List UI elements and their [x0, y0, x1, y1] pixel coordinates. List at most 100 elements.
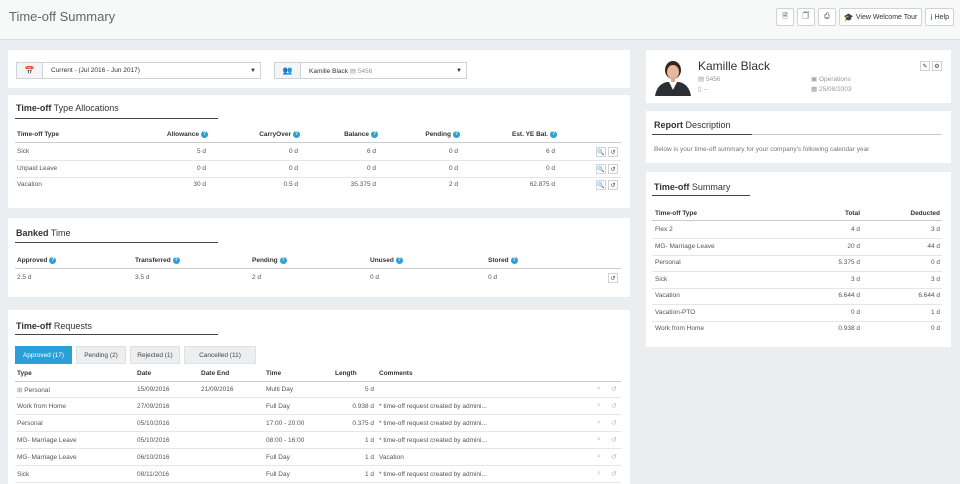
banked-time-panel — [8, 218, 630, 297]
help-button[interactable]: i Help — [925, 8, 954, 26]
request-cell: 08:00 - 16:00 — [266, 437, 305, 444]
edit-profile-button[interactable]: ✎ — [920, 61, 930, 71]
summary-cell: Sick — [655, 275, 668, 283]
request-cell: 17:00 - 20:00 — [266, 420, 305, 427]
request-cell: Full Day — [266, 403, 290, 410]
request-cell: Full Day — [266, 471, 290, 478]
help-icon: ? — [279, 257, 287, 264]
users-icon: 👥 — [275, 63, 301, 78]
history-icon[interactable]: ↺ — [611, 402, 617, 410]
summary-cell: Personal — [655, 259, 681, 266]
period-select[interactable]: 📅 Current - (Jul 2016 - Jun 2017) ▼ — [16, 62, 261, 79]
request-cell: 27/09/2016 — [137, 403, 170, 410]
phone-icon: ▯ — [698, 86, 702, 93]
col-pending[interactable]: Pending? — [400, 131, 460, 138]
history-icon[interactable]: ↺ — [611, 453, 617, 461]
tab-approved[interactable]: Approved (17) — [15, 346, 72, 364]
col-allowance[interactable]: Allowance? — [150, 131, 208, 138]
summary-cell: 0 d — [930, 259, 940, 266]
request-cell: Personal — [17, 420, 43, 427]
report-description-title: Report Description — [654, 120, 731, 130]
summary-cell: 6.644 d — [918, 292, 940, 299]
summary-cell: 0.938 d — [838, 325, 860, 332]
profile-settings-button[interactable]: ⚙ — [932, 61, 942, 71]
page-title: Time-off Summary — [9, 9, 116, 24]
export-pdf-button[interactable]: 🗎 — [775, 8, 794, 26]
search-icon[interactable]: ⌕ — [597, 385, 601, 393]
summary-cell: 6.644 d — [838, 292, 860, 299]
request-cell: Vacation — [379, 454, 404, 461]
requests-title: Time-off Requests — [16, 321, 92, 331]
request-cell: Multi Day — [266, 386, 294, 393]
welcome-tour-button[interactable]: 🎓 View Welcome Tour — [838, 8, 923, 26]
request-cell: Work from Home — [17, 403, 66, 410]
request-cell: * time-off request created by admini... — [379, 437, 487, 444]
request-cell: MG- Marriage Leave — [17, 437, 77, 444]
tab-cancelled[interactable]: Cancelled (11) — [184, 346, 256, 364]
search-icon[interactable]: ⌕ — [597, 402, 601, 410]
tab-pending[interactable]: Pending (2) — [76, 346, 126, 364]
help-icon: ? — [201, 131, 208, 138]
summary-cell: 1 d — [930, 308, 940, 316]
profile-name: Kamille Black — [698, 59, 771, 73]
employee-name: Kamille Black — [309, 67, 349, 75]
history-icon[interactable]: ↺ — [611, 385, 617, 393]
request-cell: 5 d — [364, 386, 374, 393]
summary-title: Time-off Summary — [654, 182, 731, 192]
profile-id: ▤ 5456 — [698, 76, 721, 83]
report-description-text: Below is your time-off summary for your … — [654, 146, 870, 153]
print-button[interactable]: ⎙ — [817, 8, 836, 26]
history-icon[interactable]: ↺ — [611, 436, 617, 444]
help-icon: ? — [49, 257, 57, 264]
id-card-icon: ▤ — [349, 67, 356, 75]
report-description-panel — [646, 111, 951, 163]
print-icon: ⎙ — [824, 13, 830, 20]
view-details-button[interactable]: 🔍 — [596, 164, 606, 174]
employee-select[interactable]: 👥 Kamille Black ▤ 5456 ▼ — [274, 62, 467, 79]
request-cell: * time-off request created by admini... — [379, 471, 487, 478]
request-cell: 0.375 d — [352, 420, 374, 427]
col-carryover[interactable]: CarryOver? — [240, 131, 300, 138]
summary-cell: 3 d — [850, 275, 860, 283]
chevron-down-icon: ▼ — [250, 67, 256, 74]
export-excel-button[interactable]: 🗍 — [796, 8, 815, 26]
col-banked-pending[interactable]: Pending? — [252, 257, 287, 264]
history-icon[interactable]: ↺ — [611, 419, 617, 427]
summary-cell: 3 d — [930, 275, 940, 283]
history-icon[interactable]: ↺ — [611, 470, 617, 478]
view-details-button[interactable]: 🔍 — [596, 147, 606, 157]
col-stored[interactable]: Stored? — [488, 257, 518, 264]
alloc-type: Sick — [17, 148, 30, 155]
summary-cell: 4 d — [850, 226, 860, 233]
help-icon: ? — [453, 131, 460, 138]
history-button[interactable]: ↺ — [608, 180, 618, 190]
history-button[interactable]: ↺ — [608, 147, 618, 157]
info-icon: i — [930, 12, 933, 22]
summary-cell: 5.375 d — [838, 259, 860, 266]
allocations-title: Time-off Type Allocations — [16, 103, 119, 113]
col-approved[interactable]: Approved? — [17, 257, 57, 264]
banked-time-title: Banked Time — [16, 228, 71, 238]
search-icon[interactable]: ⌕ — [597, 419, 601, 427]
col-unused[interactable]: Unused? — [370, 257, 403, 264]
banked-history-button[interactable]: ↺ — [608, 273, 618, 283]
search-icon[interactable]: ⌕ — [597, 436, 601, 444]
col-transferred[interactable]: Transferred? — [135, 257, 180, 264]
search-icon[interactable]: ⌕ — [597, 470, 601, 478]
top-bar: Time-off Summary 🗎 🗍 ⎙ 🎓 View Welcome Tou… — [0, 0, 960, 40]
search-icon[interactable]: ⌕ — [597, 453, 601, 461]
help-icon: ? — [395, 257, 403, 264]
request-cell: Sick — [17, 471, 30, 478]
col-balance[interactable]: Balance? — [318, 131, 378, 138]
col-est-ye-bal[interactable]: Est. YE Bal.? — [497, 131, 557, 138]
view-details-button[interactable]: 🔍 — [596, 180, 606, 190]
summary-cell: 20 d — [847, 242, 860, 250]
summary-cell: MG- Marriage Leave — [655, 242, 715, 250]
history-button[interactable]: ↺ — [608, 164, 618, 174]
summary-cell: Flex 2 — [655, 226, 673, 233]
summary-cell: 3 d — [930, 226, 940, 233]
request-cell: 08/11/2016 — [137, 471, 170, 478]
tab-rejected[interactable]: Rejected (1) — [130, 346, 180, 364]
excel-file-icon: 🗍 — [802, 12, 810, 20]
graduation-cap-icon: 🎓 — [843, 12, 854, 22]
